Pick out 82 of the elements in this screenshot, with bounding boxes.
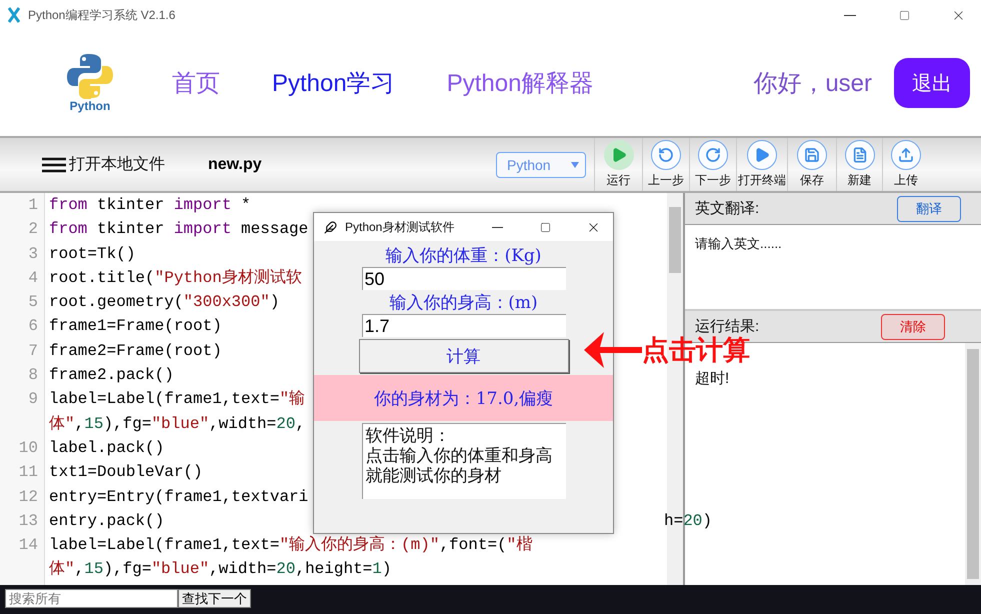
code-line: 体",15),fg="blue",width=20, xyxy=(49,414,306,435)
height-input[interactable]: 1.7 xyxy=(362,314,566,337)
arrow-icon xyxy=(584,330,642,370)
line-number: 12 xyxy=(18,486,39,508)
toolbar-button[interactable]: 打开终端 xyxy=(736,138,787,191)
translate-button[interactable]: 翻译 xyxy=(897,196,961,222)
notes-text: 软件说明： xyxy=(366,426,452,446)
weight-label: 输入你的体重：(Kg) xyxy=(386,245,542,267)
notes-area[interactable]: 软件说明： 点击输入你的体重和身高就能测试你的身材 xyxy=(362,423,566,499)
height-label: 输入你的身高：(m) xyxy=(389,292,538,314)
code-line: label=Label(frame1,text="输 xyxy=(49,389,306,410)
play-icon xyxy=(604,140,634,170)
code-line: frame2.pack() xyxy=(49,365,174,386)
line-number: 5 xyxy=(27,292,39,314)
code-line: root=Tk() xyxy=(49,244,136,265)
result-text: 你的身材为：17.0,偏瘦 xyxy=(374,388,554,410)
file-name: new.py xyxy=(208,156,262,174)
calculate-button[interactable]: 计算 xyxy=(358,339,568,373)
toolbar-button[interactable]: 上传 xyxy=(882,138,929,191)
nav-link[interactable]: Python解释器 xyxy=(446,67,594,99)
code-line: entry=Entry(frame1,textvari xyxy=(49,486,308,508)
python-logo-icon xyxy=(66,53,114,99)
line-number: 10 xyxy=(18,438,39,459)
annotation-text: 点击计算 xyxy=(642,334,750,367)
dialog-title: Python身材测试软件 xyxy=(345,218,456,236)
code-line: entry.pack() xyxy=(49,510,164,532)
line-number: 9 xyxy=(27,389,39,410)
code-line: from tkinter import message xyxy=(49,219,308,240)
toolbar-button[interactable]: 下一步 xyxy=(689,138,736,191)
output-text: 超时! xyxy=(695,370,730,387)
floppy-disk-icon xyxy=(797,140,827,170)
code-line: label=Label(frame1,text="输入你的身高：(m)",font=("楷 xyxy=(49,534,532,556)
maximize-icon xyxy=(898,10,910,20)
toolbar-button[interactable]: 上一步 xyxy=(642,138,689,191)
line-number: 2 xyxy=(27,219,39,240)
weight-input[interactable]: 50 xyxy=(362,267,566,290)
code-line: frame2=Frame(root) xyxy=(49,340,222,362)
nav-link[interactable]: Python学习 xyxy=(272,67,395,99)
undo-icon xyxy=(651,140,681,170)
logout-button[interactable]: 退出 xyxy=(894,58,970,108)
code-line: root.geometry("300x300") xyxy=(49,292,280,314)
line-number: 1 xyxy=(27,195,39,216)
nav-link[interactable]: 首页 xyxy=(172,67,220,99)
code-line: h=20) xyxy=(664,510,712,532)
open-file-button[interactable]: 打开本地文件 xyxy=(42,154,165,175)
panel-title: 英文翻译: xyxy=(695,199,760,218)
line-number: 13 xyxy=(18,510,39,532)
feather-icon xyxy=(324,220,337,234)
toolbar-button[interactable]: 运行 xyxy=(594,138,642,191)
search-field[interactable]: 搜索所有 xyxy=(5,589,178,608)
greeting-text: 你好，user xyxy=(753,69,872,99)
play-icon xyxy=(747,140,777,170)
code-line: from tkinter import * xyxy=(49,195,251,216)
panel-title: 运行结果: xyxy=(695,317,760,336)
line-number: 6 xyxy=(27,316,39,338)
upload-icon xyxy=(891,140,921,170)
document-icon xyxy=(844,140,874,170)
line-number: 11 xyxy=(18,462,39,484)
minimize-icon xyxy=(492,226,502,228)
toolbar-button[interactable]: 保存 xyxy=(787,138,836,191)
toolbar-button[interactable]: 新建 xyxy=(836,138,882,191)
redo-icon xyxy=(698,140,728,170)
line-number: 8 xyxy=(27,365,39,386)
scrollbar[interactable] xyxy=(965,343,981,585)
code-line: txt1=DoubleVar() xyxy=(49,462,203,484)
logo-text: Python xyxy=(70,99,110,113)
notes-text: 点击输入你的体重和身高就能测试你的身材 xyxy=(366,446,554,486)
code-line: label.pack() xyxy=(49,438,164,459)
find-next-button[interactable]: 查找下一个 xyxy=(178,589,251,608)
minimize-icon xyxy=(844,14,856,16)
menu-icon xyxy=(42,156,66,172)
maximize-icon xyxy=(540,222,550,232)
window-title: Python编程学习系统 V2.1.6 xyxy=(28,6,176,24)
line-number: 3 xyxy=(27,244,39,265)
app-logo-icon xyxy=(8,7,20,23)
line-number: 4 xyxy=(27,268,39,289)
code-line: root.title("Python身材测试软 xyxy=(49,268,302,289)
line-number: 14 xyxy=(18,535,39,556)
line-number: 7 xyxy=(27,340,39,362)
dropdown-arrow-icon xyxy=(571,162,579,168)
code-line: 体",15),fg="blue",width=20,height=1) xyxy=(49,559,392,580)
code-line: frame1=Frame(root) xyxy=(49,316,222,338)
